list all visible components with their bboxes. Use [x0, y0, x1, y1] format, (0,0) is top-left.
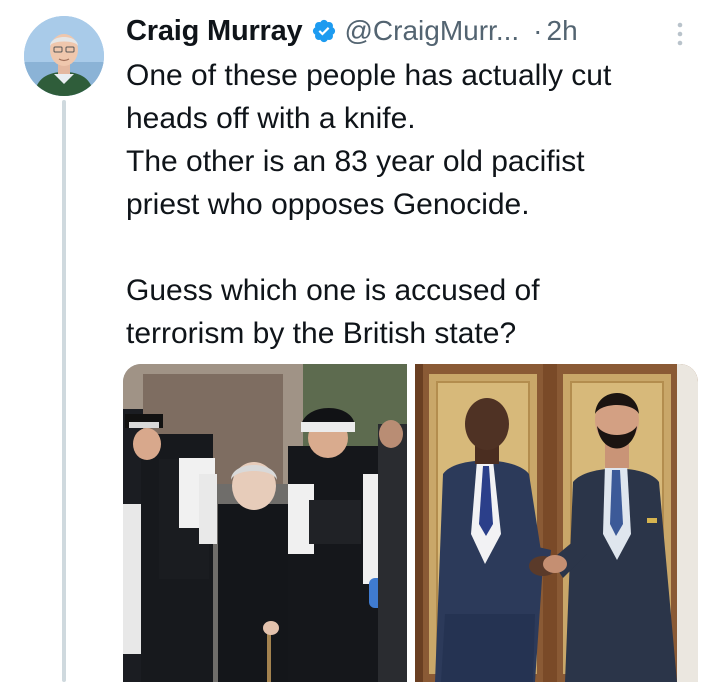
photo-left[interactable] [123, 364, 407, 682]
thread-line [62, 100, 66, 682]
avatar[interactable] [24, 16, 104, 96]
separator-dot: · [533, 15, 543, 46]
user-avatar-icon [24, 16, 104, 96]
tweet[interactable]: Craig Murray @CraigMurr... · 2h One of t… [0, 0, 719, 682]
tweet-header: Craig Murray @CraigMurr... · 2h [126, 11, 578, 51]
author-handle[interactable]: @CraigMurr... [345, 15, 520, 47]
photo-right[interactable] [415, 364, 698, 682]
author-display-name[interactable]: Craig Murray [126, 15, 303, 48]
photo-left-image [123, 364, 407, 682]
timestamp[interactable]: 2h [547, 15, 578, 47]
verified-badge-icon [312, 19, 335, 43]
photo-right-image [415, 364, 698, 682]
tweet-text: One of these people has actually cut hea… [126, 59, 612, 350]
media-grid [123, 364, 698, 682]
more-vertical-icon[interactable] [672, 20, 688, 48]
